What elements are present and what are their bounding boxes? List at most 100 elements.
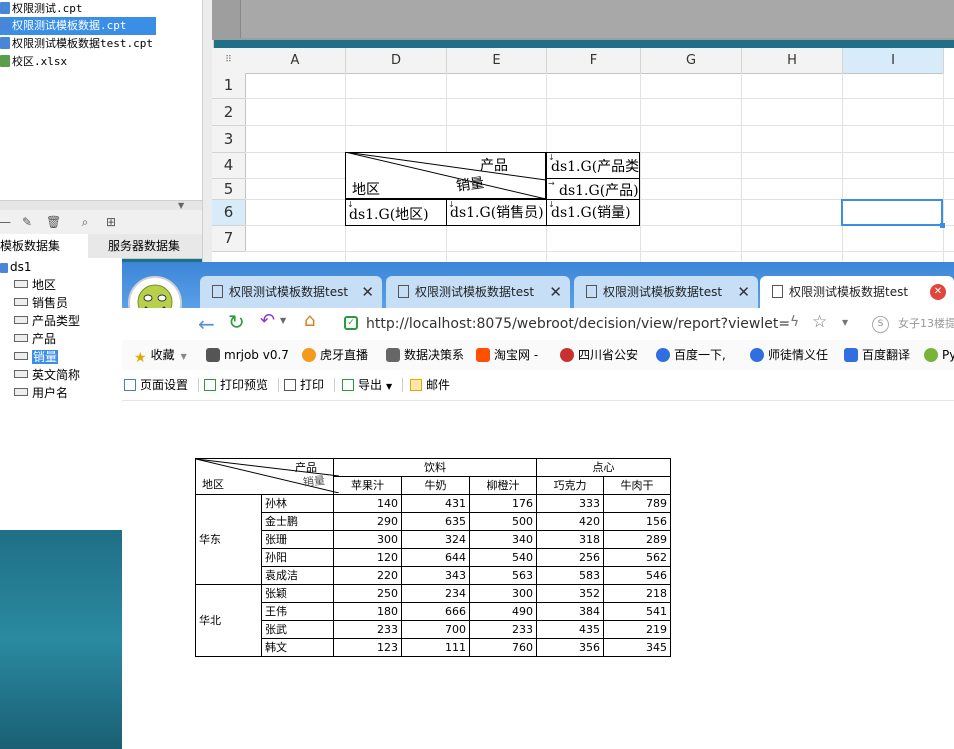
- back-icon[interactable]: ←: [198, 312, 215, 336]
- corner-bottom-label: 地区: [202, 478, 224, 491]
- cell-f4[interactable]: ↓ ds1.G(产品类型): [546, 152, 640, 179]
- export-icon: [342, 379, 354, 391]
- search-input[interactable]: 女子13楼提: [898, 308, 954, 340]
- bookmark-item[interactable]: Py: [924, 340, 954, 370]
- value-cell: 233: [333, 620, 402, 639]
- bookmark-item[interactable]: 虎牙直播: [302, 340, 368, 370]
- selected-cell-i6[interactable]: [841, 199, 945, 228]
- star-icon[interactable]: ☆: [812, 312, 827, 332]
- search-engine-icon[interactable]: S: [872, 316, 889, 333]
- file-item[interactable]: 校区.xlsx: [0, 53, 67, 71]
- lightning-icon[interactable]: ϟ: [790, 314, 799, 330]
- row-header-5[interactable]: 5: [212, 179, 246, 200]
- page-setup-button[interactable]: 页面设置: [124, 370, 188, 400]
- tree-field[interactable]: 地区: [14, 276, 56, 294]
- row-header-6[interactable]: 6: [212, 200, 246, 226]
- desktop-background: [0, 530, 122, 749]
- field-icon: [14, 298, 28, 306]
- bookmark-item[interactable]: 百度翻译: [844, 340, 910, 370]
- row-header-3[interactable]: 3: [212, 126, 246, 153]
- report-file-icon: [0, 19, 10, 31]
- row-header-4[interactable]: 4: [212, 153, 246, 179]
- export-button[interactable]: 导出 ▼: [342, 370, 392, 400]
- value-cell: 123: [333, 638, 402, 657]
- email-button[interactable]: 邮件: [410, 370, 450, 400]
- server-dataset-icon[interactable]: ⊞: [104, 215, 118, 229]
- chevron-down-icon[interactable]: ▼: [842, 318, 848, 327]
- browser-tab[interactable]: 权限测试模板数据test ✕: [574, 276, 758, 308]
- value-cell: 290: [333, 512, 402, 531]
- product-header: 苹果汁: [333, 476, 402, 495]
- column-header-a[interactable]: A: [245, 48, 346, 74]
- close-icon[interactable]: ✕: [361, 276, 374, 308]
- person-cell: 韩文: [261, 638, 334, 657]
- file-item[interactable]: 权限测试模板数据test.cpt: [0, 35, 153, 53]
- cell-e6[interactable]: ↓ ds1.G(销售员): [446, 199, 547, 226]
- tree-root-ds1[interactable]: ds1: [0, 258, 32, 276]
- mail-icon: [410, 379, 422, 391]
- column-header-g[interactable]: G: [641, 48, 742, 74]
- bookmark-item[interactable]: 师徒情义任: [750, 340, 828, 370]
- fill-handle[interactable]: [940, 223, 945, 228]
- browser-window: 权限测试模板数据test ✕ 权限测试模板数据test ✕ 权限测试模板数据test…: [122, 262, 954, 749]
- row-header-1[interactable]: 1: [212, 73, 246, 99]
- select-all-corner[interactable]: ⠿: [212, 48, 246, 74]
- print-preview-button[interactable]: 打印预览: [204, 370, 268, 400]
- bookmark-item[interactable]: 四川省公安: [560, 340, 638, 370]
- tab-server-dataset[interactable]: 服务器数据集: [108, 234, 180, 258]
- cell-f6[interactable]: ↓ ds1.G(销量): [546, 199, 640, 226]
- column-header-e[interactable]: E: [447, 48, 547, 74]
- browser-tab[interactable]: 权限测试模板数据test ✕: [200, 276, 382, 308]
- cell-f5[interactable]: → ds1.G(产品): [546, 178, 640, 200]
- file-item[interactable]: 权限测试.cpt: [0, 0, 83, 18]
- bookmark-item[interactable]: 数据决策系: [386, 340, 464, 370]
- bookmark-favorites[interactable]: ★ 收藏 ▼: [134, 340, 187, 370]
- value-cell: 546: [603, 566, 671, 585]
- close-tab-icon[interactable]: ✕: [930, 284, 946, 300]
- slash-header-cell[interactable]: 产品 销量 地区: [345, 152, 546, 199]
- value-cell: 120: [333, 548, 402, 567]
- close-icon[interactable]: ✕: [549, 276, 562, 308]
- tree-field[interactable]: 产品: [14, 330, 56, 348]
- value-cell: 500: [469, 512, 537, 531]
- edit-icon[interactable]: ✎: [20, 215, 34, 229]
- row-header-7[interactable]: 7: [212, 226, 246, 252]
- refresh-icon[interactable]: ↻: [228, 310, 245, 334]
- preview-icon[interactable]: ⌕: [78, 215, 92, 229]
- row-header-2[interactable]: 2: [212, 99, 246, 126]
- tree-field[interactable]: 销售员: [14, 294, 68, 312]
- tree-field[interactable]: 英文简称: [14, 366, 80, 384]
- print-button[interactable]: 打印: [284, 370, 324, 400]
- excel-file-icon: [0, 55, 10, 67]
- spreadsheet[interactable]: ⠿ A D E F G H I 1 2 3 4 5 6 7 产品 销量 地区 ↓…: [212, 48, 954, 262]
- column-header-f[interactable]: F: [547, 48, 641, 74]
- minus-icon[interactable]: —: [0, 215, 12, 229]
- chevron-down-icon[interactable]: ▼: [280, 316, 286, 325]
- product-header: 巧克力: [536, 476, 604, 495]
- undo-icon[interactable]: ↶: [260, 310, 275, 331]
- taobao-icon: [476, 348, 490, 362]
- bookmark-item[interactable]: mrjob v0.7: [206, 340, 289, 370]
- column-header-i[interactable]: I: [843, 48, 944, 74]
- cell-d6[interactable]: ↓ ds1.G(地区): [345, 199, 447, 226]
- column-header-d[interactable]: D: [346, 48, 447, 74]
- browser-tab[interactable]: 权限测试模板数据test ✕: [386, 276, 570, 308]
- delete-icon[interactable]: 🗑: [46, 215, 61, 229]
- file-item-selected[interactable]: 权限测试模板数据.cpt: [0, 17, 156, 35]
- value-cell: 343: [401, 566, 470, 585]
- collapse-arrow-icon[interactable]: ▼: [178, 201, 184, 210]
- tree-field[interactable]: 用户名: [14, 384, 68, 402]
- tab-template-dataset[interactable]: 模板数据集: [0, 234, 88, 258]
- browser-tab-active[interactable]: 权限测试模板数据test ✕: [760, 276, 954, 308]
- address-bar-row: ← ↻ ↶ ▼ ⌂ ✓ http://localhost:8075/webroo…: [122, 308, 954, 341]
- tree-field[interactable]: 产品类型: [14, 312, 80, 330]
- bookmark-item[interactable]: 百度一下,: [656, 340, 726, 370]
- close-icon[interactable]: ✕: [737, 276, 750, 308]
- home-icon[interactable]: ⌂: [304, 310, 315, 331]
- value-cell: 156: [603, 512, 671, 531]
- column-header-h[interactable]: H: [742, 48, 843, 74]
- tree-field-selected[interactable]: 销量: [14, 348, 59, 366]
- bookmark-item[interactable]: 淘宝网 -: [476, 340, 538, 370]
- huya-icon: [302, 348, 316, 362]
- url-field[interactable]: http://localhost:8075/webroot/decision/v…: [366, 308, 790, 340]
